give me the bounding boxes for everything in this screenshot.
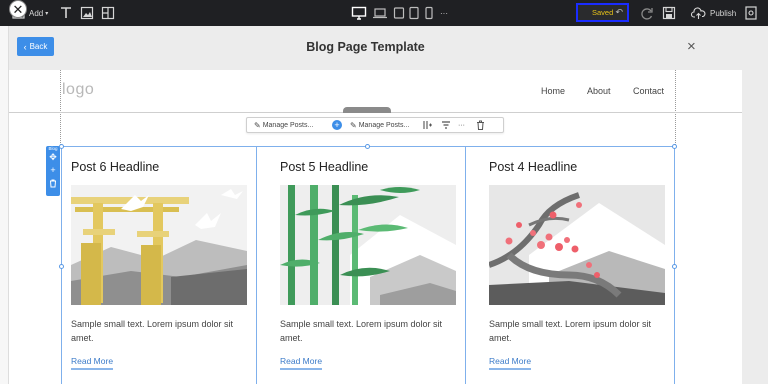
element-toolbar: ✎ Manage Posts... + ✎ Manage Posts... ··… (246, 117, 504, 133)
saved-status[interactable]: Saved ↶ (576, 3, 629, 22)
pencil-icon: ✎ (350, 120, 357, 130)
post-excerpt: Sample small text. Lorem ipsum dolor sit… (280, 319, 443, 343)
page-canvas: logo Home About Contact ✎ Manage Posts..… (9, 70, 742, 384)
undo-icon[interactable]: ↶ (615, 7, 623, 18)
blog-post-card[interactable]: Post 4 Headline Sample small text. Lorem… (479, 146, 688, 384)
laptop-icon[interactable] (372, 5, 388, 21)
blog-post-card[interactable]: Post 6 Headline Sample small text. Lorem… (61, 146, 270, 384)
post-image-torii[interactable] (71, 185, 247, 305)
post-excerpt: Sample small text. Lorem ipsum dolor sit… (489, 319, 652, 343)
publish-label: Publish (710, 8, 737, 18)
post-headline[interactable]: Post 4 Headline (489, 160, 577, 174)
manage-posts-label: Manage Posts... (262, 121, 314, 129)
layout-icon[interactable] (100, 5, 116, 21)
canvas-gutter (742, 70, 768, 384)
nav-link-contact[interactable]: Contact (633, 86, 664, 96)
align-icon[interactable] (441, 120, 451, 130)
publish-button[interactable]: Publish (691, 0, 736, 26)
columns-icon[interactable] (422, 120, 433, 130)
read-more-link[interactable]: Read More (280, 356, 323, 370)
more-options-button[interactable]: ··· (458, 118, 465, 132)
text-icon[interactable] (58, 5, 74, 21)
close-icon[interactable]: × (687, 39, 696, 54)
manage-posts-button[interactable]: ✎ Manage Posts... (254, 118, 313, 132)
add-label: Add (29, 8, 44, 18)
post-headline[interactable]: Post 5 Headline (280, 160, 368, 174)
delete-icon[interactable] (46, 179, 60, 190)
header-resize-tab[interactable] (343, 107, 391, 113)
mobile-icon[interactable] (421, 5, 437, 21)
left-panel-strip (0, 26, 9, 384)
manage-posts-label: Manage Posts... (358, 121, 410, 129)
more-options-label: ··· (458, 121, 465, 129)
blog-post-card[interactable]: Post 5 Headline Sample small text. Lorem… (270, 146, 479, 384)
post-excerpt: Sample small text. Lorem ipsum dolor sit… (71, 319, 234, 343)
manage-posts-button[interactable]: ✎ Manage Posts... (350, 118, 409, 132)
more-label: ··· (440, 8, 448, 18)
more-devices-button[interactable]: ··· (440, 0, 448, 26)
post-headline[interactable]: Post 6 Headline (71, 160, 159, 174)
guide-line (675, 70, 676, 145)
guide-line (60, 70, 61, 145)
read-more-link[interactable]: Read More (489, 356, 532, 370)
pencil-icon: ✎ (254, 120, 261, 130)
redo-icon[interactable] (639, 5, 655, 21)
desktop-icon[interactable] (351, 5, 367, 21)
image-icon[interactable] (79, 5, 95, 21)
add-icon[interactable]: + (46, 165, 60, 176)
move-icon[interactable]: ✥ (46, 152, 60, 163)
upload-icon (691, 6, 706, 19)
saved-label: Saved (592, 8, 614, 17)
blog-side-toolbar: Blog ✥ + (46, 146, 60, 196)
post-image-bamboo[interactable] (280, 185, 456, 305)
add-post-icon[interactable]: + (332, 120, 342, 130)
tablet-icon[interactable] (391, 5, 407, 21)
post-image-cherry-blossom[interactable] (489, 185, 665, 305)
editor-toolbar: ✕ Add ▾ ··· Saved ↶ Publish (0, 0, 768, 26)
trash-icon[interactable] (476, 120, 485, 130)
chevron-down-icon: ▾ (45, 10, 49, 17)
page-title: Blog Page Template (306, 40, 425, 54)
preview-icon[interactable] (743, 5, 759, 21)
nav-link-about[interactable]: About (587, 86, 611, 96)
close-editor-icon[interactable]: ✕ (9, 0, 27, 18)
site-logo[interactable]: logo (62, 81, 94, 99)
nav-link-home[interactable]: Home (541, 86, 565, 96)
read-more-link[interactable]: Read More (71, 356, 114, 370)
dialog-header: ‹ Back Blog Page Template × (9, 26, 768, 70)
blog-tag: Blog (48, 146, 58, 151)
save-icon[interactable] (661, 5, 677, 21)
tablet-small-icon[interactable] (406, 5, 422, 21)
